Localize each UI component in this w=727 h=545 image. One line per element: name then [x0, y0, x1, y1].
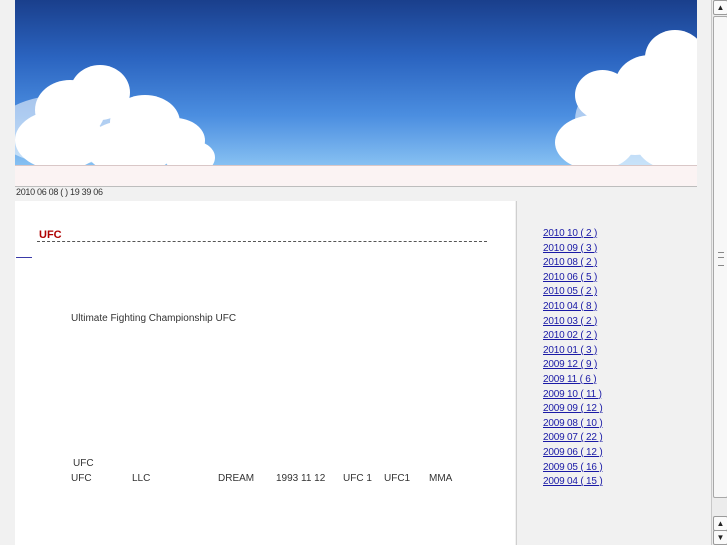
fact-item: UFC 1: [343, 473, 372, 484]
post-date: 2010 06 08 ( ) 19 39 06: [16, 187, 103, 197]
archive-link[interactable]: 2009 07 ( 22 ): [543, 432, 603, 443]
archive-item: 2009 07 ( 22 ): [543, 431, 603, 446]
archive-item: 2010 04 ( 8 ): [543, 300, 602, 315]
archive-link[interactable]: 2010 04 ( 8 ): [543, 301, 597, 312]
fact-item: UFC: [71, 473, 92, 484]
vertical-scrollbar[interactable]: ▲ ▲ ▼: [711, 0, 727, 545]
title-divider: [37, 241, 487, 242]
scrollbar-thumb[interactable]: [713, 16, 727, 498]
archive-link[interactable]: 2010 08 ( 2 ): [543, 257, 597, 268]
archive-item: 2010 03 ( 2 ): [543, 315, 602, 330]
fact-item: LLC: [132, 473, 151, 484]
archive-item: 2009 10 ( 11 ): [543, 388, 602, 403]
grip-icon: [718, 252, 724, 266]
archive-link[interactable]: 2010 06 ( 5 ): [543, 272, 597, 283]
archive-link[interactable]: 2010 05 ( 2 ): [543, 286, 597, 297]
post-title[interactable]: UFC: [39, 229, 62, 241]
arrow-up-icon[interactable]: ▲: [713, 516, 727, 531]
archive-link[interactable]: 2009 05 ( 16 ): [543, 462, 603, 473]
archive-item: 2010 01 ( 3 ): [543, 344, 602, 359]
archive-item: 2009 11 ( 6 ): [543, 373, 602, 388]
archive-item: 2010 10 ( 2 ): [543, 227, 602, 242]
archive-item: 2009 12 ( 9 ): [543, 358, 602, 373]
archive-link[interactable]: 2009 09 ( 12 ): [543, 403, 603, 414]
header-divider-band: [15, 165, 697, 187]
archive-link[interactable]: 2009 06 ( 12 ): [543, 447, 603, 458]
blog-page: 2010 06 08 ( ) 19 39 06 UFC Ultimate Fig…: [0, 0, 711, 545]
archive-item: 2009 05 ( 16 ): [543, 461, 603, 476]
archive-sidebar: 2010 10 ( 2 ) 2010 09 ( 3 ) 2010 08 ( 2 …: [516, 201, 698, 545]
archive-item: 2010 06 ( 5 ): [543, 271, 602, 286]
ufc-subheading: UFC: [73, 458, 94, 469]
archive-item: 2010 05 ( 2 ): [543, 285, 602, 300]
header-banner-image: [15, 0, 697, 165]
fact-item: UFC1: [384, 473, 411, 484]
archive-link[interactable]: 2010 09 ( 3 ): [543, 243, 597, 254]
archive-item: 2010 08 ( 2 ): [543, 256, 602, 271]
archive-item: 2009 06 ( 12 ): [543, 446, 603, 461]
archive-item: 2010 09 ( 3 ): [543, 242, 602, 257]
main-content: UFC Ultimate Fighting Championship UFC U…: [15, 201, 515, 545]
archive-link[interactable]: 2009 08 ( 10 ): [543, 418, 603, 429]
arrow-down-icon[interactable]: ▼: [713, 530, 727, 545]
archive-link[interactable]: 2010 03 ( 2 ): [543, 316, 597, 327]
short-link-underline[interactable]: [16, 257, 32, 258]
archive-link[interactable]: 2009 10 ( 11 ): [543, 389, 602, 400]
archive-link[interactable]: 2009 04 ( 15 ): [543, 476, 603, 487]
post-intro-text: Ultimate Fighting Championship UFC: [71, 313, 237, 324]
archive-link[interactable]: 2010 01 ( 3 ): [543, 345, 597, 356]
fact-item: DREAM: [218, 473, 255, 484]
archive-link[interactable]: 2010 10 ( 2 ): [543, 228, 597, 239]
archive-item: 2010 02 ( 2 ): [543, 329, 602, 344]
archive-link[interactable]: 2010 02 ( 2 ): [543, 330, 597, 341]
archive-link[interactable]: 2009 11 ( 6 ): [543, 374, 597, 385]
archive-item: 2009 04 ( 15 ): [543, 475, 603, 490]
archive-link[interactable]: 2009 12 ( 9 ): [543, 359, 597, 370]
fact-item: 1993 11 12: [276, 473, 326, 484]
archive-item: 2009 09 ( 12 ): [543, 402, 603, 417]
archive-item: 2009 08 ( 10 ): [543, 417, 603, 432]
archive-list: 2010 10 ( 2 ) 2010 09 ( 3 ) 2010 08 ( 2 …: [543, 227, 603, 490]
arrow-up-icon[interactable]: ▲: [713, 0, 727, 15]
fact-item: MMA: [429, 473, 453, 484]
